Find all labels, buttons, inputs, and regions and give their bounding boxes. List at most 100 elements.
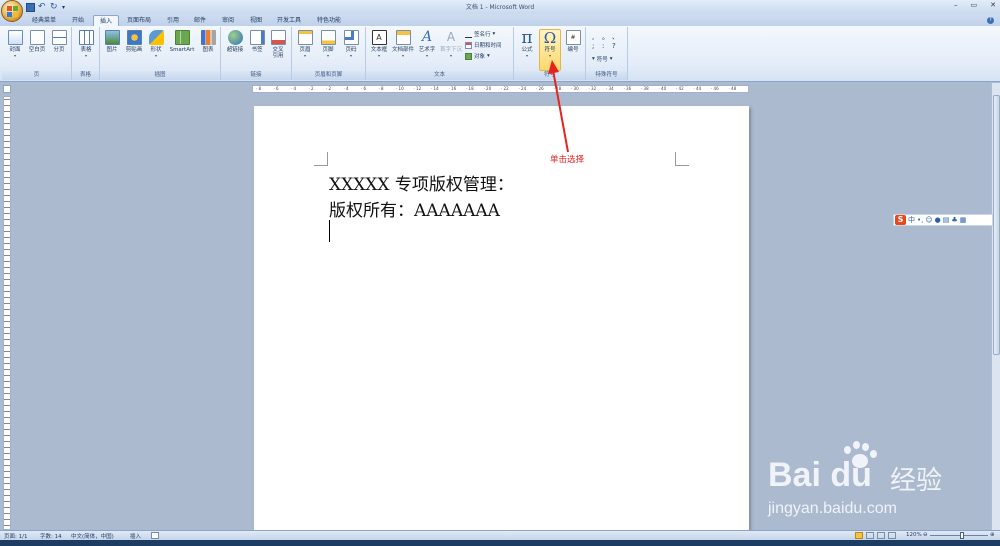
quick-parts-button[interactable]: 文档部件 ▾ bbox=[391, 30, 415, 59]
ruler-tick-label: · 20 bbox=[483, 86, 492, 91]
horizontal-ruler[interactable]: · 8 · 6 · 4 · 2 · 2 · 4 · 6 · 8 · 10 · 12 · 14 · 16… bbox=[252, 85, 749, 93]
tab-features[interactable]: 特色功能 bbox=[311, 15, 347, 26]
emoji-icon[interactable]: ☺ bbox=[925, 216, 932, 224]
colon-symbol-button[interactable]: : bbox=[602, 42, 612, 51]
zoom-out-icon[interactable]: ⊖ bbox=[923, 532, 928, 538]
group-label: 插图 bbox=[100, 71, 220, 80]
ruler-tick-label: · 24 bbox=[518, 86, 527, 91]
status-mode[interactable]: 插入 bbox=[130, 532, 141, 540]
bookmark-button[interactable]: 书签 bbox=[248, 30, 266, 53]
cross-reference-button[interactable]: 交叉 引用 bbox=[268, 30, 288, 59]
document-line-2[interactable]: 版权所有：AAAAAAA bbox=[329, 196, 500, 221]
document-page[interactable]: XXXXX 专项版权管理： 版权所有：AAAAAAA bbox=[254, 106, 749, 536]
maximize-button[interactable]: ▭ bbox=[971, 1, 978, 9]
ruler-tick-label: · 18 bbox=[466, 86, 474, 91]
comma-symbol-button[interactable]: , bbox=[592, 33, 602, 42]
equation-button[interactable]: π 公式 ▾ bbox=[517, 30, 537, 59]
keyboard-icon[interactable]: ▤ bbox=[943, 216, 950, 224]
table-icon bbox=[78, 30, 94, 45]
web-layout-view-icon[interactable] bbox=[877, 532, 885, 539]
omega-icon: Ω bbox=[543, 29, 557, 47]
dropdown-arrow-icon: ▾ bbox=[487, 53, 490, 59]
macro-record-icon[interactable] bbox=[151, 532, 159, 539]
annotation-arrow bbox=[548, 60, 569, 153]
chart-button[interactable]: 图表 bbox=[199, 30, 217, 53]
status-language[interactable]: 中文(简体，中国) bbox=[71, 532, 114, 540]
semicolon-symbol-button[interactable]: ; bbox=[592, 42, 602, 51]
ime-punctuation-toggle[interactable]: •, bbox=[917, 216, 923, 224]
shapes-button[interactable]: 形状 ▾ bbox=[147, 30, 165, 59]
tab-mailings[interactable]: 邮件 bbox=[188, 15, 212, 26]
full-screen-view-icon[interactable] bbox=[866, 532, 874, 539]
header-button[interactable]: 页眉 ▾ bbox=[295, 30, 315, 59]
scrollbar-thumb[interactable] bbox=[993, 95, 1000, 355]
ruler-toggle-icon[interactable] bbox=[3, 85, 11, 93]
object-icon bbox=[465, 52, 472, 60]
page-number-button[interactable]: 页码 ▾ bbox=[341, 30, 361, 59]
margin-corner-mark bbox=[675, 152, 689, 166]
tab-review[interactable]: 审阅 bbox=[216, 15, 240, 26]
blank-page-button[interactable]: 空白页 bbox=[27, 30, 47, 53]
annotation-label: 单击选择 bbox=[550, 155, 585, 165]
tab-page-layout[interactable]: 页面布局 bbox=[121, 15, 157, 26]
close-button[interactable]: ✕ bbox=[990, 1, 996, 9]
question-symbol-button[interactable]: ? bbox=[612, 42, 622, 51]
toolbox-icon[interactable]: ▦ bbox=[960, 216, 967, 224]
ime-toolbar[interactable]: S 中 •, ☺ ● ▤ ♣ ▦ bbox=[893, 214, 993, 226]
ruler-tick-label: · 8 bbox=[378, 86, 384, 91]
page-break-button[interactable]: 分页 bbox=[49, 30, 69, 53]
group-text: A 文本框 ▾ 文档部件 ▾ A 艺术字 ▾ A 首字下沉 ▾ 签名行 ▾ 日期和… bbox=[366, 27, 514, 80]
status-words[interactable]: 字数: 14 bbox=[40, 532, 62, 540]
more-symbols-button[interactable]: ▾ 符号 ▾ bbox=[592, 55, 613, 63]
wordart-button[interactable]: A 艺术字 ▾ bbox=[417, 30, 437, 59]
smartart-button[interactable]: SmartArt bbox=[167, 30, 197, 53]
hyperlink-button[interactable]: 超链接 bbox=[224, 30, 246, 53]
header-icon bbox=[297, 30, 313, 45]
ruler-tick-label: · 38 bbox=[641, 86, 649, 91]
clip-art-button[interactable]: 剪贴画 bbox=[123, 30, 145, 53]
tab-developer[interactable]: 开发工具 bbox=[271, 15, 307, 26]
text-box-button[interactable]: A 文本框 ▾ bbox=[368, 30, 390, 59]
dropdown-arrow-icon: ▾ bbox=[548, 53, 551, 58]
vertical-scrollbar[interactable] bbox=[991, 83, 1000, 530]
cross-ref-label-2: 引用 bbox=[272, 53, 284, 59]
document-line-1[interactable]: XXXXX 专项版权管理： bbox=[329, 170, 514, 195]
enum-comma-symbol-button[interactable]: 、 bbox=[612, 33, 622, 42]
help-icon[interactable]: ? bbox=[987, 17, 994, 24]
cover-page-button[interactable]: 封面 ▾ bbox=[5, 30, 25, 59]
skin-icon[interactable]: ♣ bbox=[951, 216, 957, 224]
numbering-button[interactable]: # 编号 bbox=[563, 30, 583, 53]
status-page[interactable]: 页面: 1/1 bbox=[4, 532, 27, 540]
office-button[interactable] bbox=[1, 0, 23, 22]
zoom-slider[interactable] bbox=[930, 532, 988, 539]
microphone-icon[interactable]: ● bbox=[935, 216, 941, 224]
page-break-icon bbox=[51, 30, 67, 45]
outline-view-icon[interactable] bbox=[888, 532, 896, 539]
tab-references[interactable]: 引用 bbox=[161, 15, 185, 26]
object-button[interactable]: 对象 ▾ bbox=[465, 52, 490, 60]
paw-icon bbox=[840, 440, 880, 480]
period-symbol-button[interactable]: 。 bbox=[602, 33, 612, 42]
print-layout-view-icon[interactable] bbox=[855, 532, 863, 539]
date-time-button[interactable]: 日期和时间 bbox=[465, 41, 502, 49]
text-box-icon: A bbox=[371, 30, 387, 45]
signature-line-button[interactable]: 签名行 ▾ bbox=[465, 30, 495, 38]
zoom-in-icon[interactable]: ⊕ bbox=[990, 532, 995, 538]
minimize-button[interactable]: – bbox=[954, 1, 958, 9]
shapes-icon bbox=[148, 30, 164, 45]
drop-cap-button[interactable]: A 首字下沉 ▾ bbox=[439, 30, 463, 59]
wordart-icon: A bbox=[421, 29, 433, 45]
table-button[interactable]: 表格 ▾ bbox=[76, 30, 96, 59]
signature-line-label: 签名行 bbox=[474, 32, 491, 38]
tab-classic-menu[interactable]: 经典菜单 bbox=[26, 15, 62, 26]
tab-view[interactable]: 视图 bbox=[244, 15, 268, 26]
footer-button[interactable]: 页脚 ▾ bbox=[318, 30, 338, 59]
tab-home[interactable]: 开始 bbox=[66, 15, 90, 26]
ruler-tick-label: · 32 bbox=[588, 86, 597, 91]
zoom-slider-knob[interactable] bbox=[960, 532, 964, 539]
picture-button[interactable]: 图片 bbox=[103, 30, 121, 53]
dropdown-arrow-icon: ▾ bbox=[525, 53, 528, 58]
zoom-level[interactable]: 120% bbox=[906, 532, 922, 538]
ime-language-toggle[interactable]: 中 bbox=[908, 215, 915, 225]
tab-insert[interactable]: 插入 bbox=[93, 15, 120, 26]
